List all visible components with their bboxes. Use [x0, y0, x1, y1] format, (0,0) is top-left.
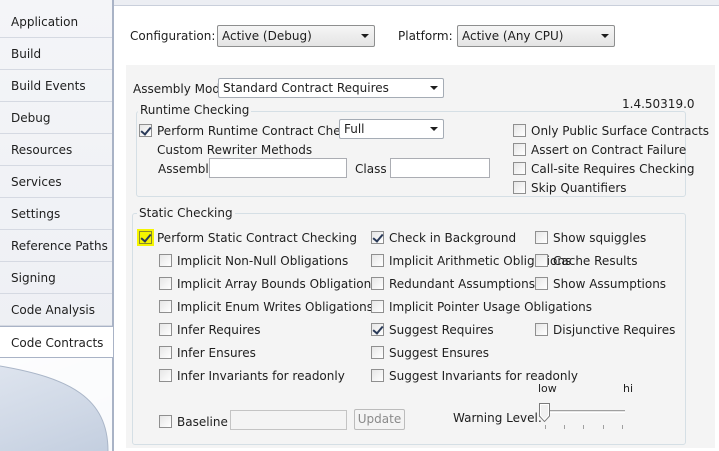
warning-level-label: Warning Level:	[453, 411, 542, 425]
runtime-check-level-dropdown[interactable]: Full	[339, 119, 444, 139]
rewriter-class-input[interactable]	[390, 158, 490, 178]
chevron-down-icon	[430, 127, 438, 131]
infer-requires-label: Infer Requires	[177, 323, 261, 337]
disjunctive-requires-checkbox[interactable]	[535, 323, 548, 336]
infer-invariants-checkbox[interactable]	[159, 369, 172, 382]
top-strip	[114, 0, 719, 6]
warning-level-slider-thumb[interactable]	[539, 403, 550, 422]
check-in-background-label: Check in Background	[389, 231, 517, 245]
slider-tick	[545, 425, 546, 429]
configuration-dropdown[interactable]: Active (Debug)	[217, 25, 375, 47]
slider-tick	[564, 425, 565, 429]
only-public-surface-label: Only Public Surface Contracts	[531, 124, 710, 138]
implicit-arithmetic-checkbox[interactable]	[371, 254, 384, 267]
suggest-ensures-label: Suggest Ensures	[389, 346, 489, 360]
infer-requires-checkbox[interactable]	[159, 323, 172, 336]
check-in-background-checkbox[interactable]	[371, 231, 384, 244]
suggest-invariants-checkbox[interactable]	[371, 369, 384, 382]
implicit-enum-writes-checkbox[interactable]	[159, 300, 172, 313]
assembly-mode-label: Assembly Mode:	[133, 82, 232, 96]
custom-rewriter-label: Custom Rewriter Methods	[157, 143, 313, 157]
rewriter-assembly-label: Assembly	[158, 162, 216, 176]
nav-tab-services[interactable]: Services	[0, 166, 112, 198]
implicit-array-bounds-checkbox[interactable]	[159, 277, 172, 290]
chevron-down-icon	[601, 34, 609, 38]
assert-on-failure-label: Assert on Contract Failure	[531, 143, 687, 157]
show-assumptions-checkbox[interactable]	[535, 277, 548, 290]
runtime-checking-title: Runtime Checking	[138, 103, 252, 117]
slider-tick	[583, 425, 584, 429]
slider-tick	[622, 425, 623, 429]
configuration-value: Active (Debug)	[222, 29, 312, 43]
warning-level-slider-track[interactable]	[541, 410, 625, 413]
show-assumptions-label: Show Assumptions	[553, 277, 667, 291]
chevron-down-icon	[361, 34, 369, 38]
nav-decorative-curve	[0, 358, 112, 451]
implicit-pointer-usage-checkbox[interactable]	[371, 300, 384, 313]
skip-quantifiers-checkbox[interactable]	[513, 181, 526, 194]
assert-on-failure-checkbox[interactable]	[513, 143, 526, 156]
implicit-pointer-usage-label: Implicit Pointer Usage Obligations	[389, 300, 593, 314]
configuration-label: Configuration:	[130, 29, 216, 43]
skip-quantifiers-label: Skip Quantifiers	[531, 181, 627, 195]
nav-tab-build[interactable]: Build	[0, 38, 112, 70]
suggest-requires-checkbox[interactable]	[371, 323, 384, 336]
suggest-invariants-label: Suggest Invariants for readonly	[389, 369, 578, 383]
assembly-mode-value: Standard Contract Requires	[223, 81, 389, 95]
platform-dropdown[interactable]: Active (Any CPU)	[457, 25, 615, 47]
implicit-non-null-label: Implicit Non-Null Obligations	[177, 254, 349, 268]
redundant-assumptions-checkbox[interactable]	[371, 277, 384, 290]
cache-results-checkbox[interactable]	[535, 254, 548, 267]
call-site-requires-label: Call-site Requires Checking	[531, 162, 695, 176]
infer-ensures-checkbox[interactable]	[159, 346, 172, 359]
perform-runtime-checking-checkbox[interactable]	[139, 124, 152, 137]
redundant-assumptions-label: Redundant Assumptions	[389, 277, 535, 291]
suggest-requires-label: Suggest Requires	[389, 323, 494, 337]
nav-tab-resources[interactable]: Resources	[0, 134, 112, 166]
nav-tab-debug[interactable]: Debug	[0, 102, 112, 134]
disjunctive-requires-label: Disjunctive Requires	[553, 323, 676, 337]
platform-label: Platform:	[398, 29, 453, 43]
runtime-check-level-value: Full	[344, 122, 365, 136]
cache-results-label: Cache Results	[553, 254, 638, 268]
chevron-down-icon	[430, 86, 438, 90]
nav-tab-reference-paths[interactable]: Reference Paths	[0, 230, 112, 262]
rewriter-assembly-input[interactable]	[209, 158, 347, 178]
project-properties-nav: Application Build Build Events Debug Res…	[0, 0, 114, 451]
assembly-mode-dropdown[interactable]: Standard Contract Requires	[218, 78, 444, 98]
platform-value: Active (Any CPU)	[462, 29, 564, 43]
infer-ensures-label: Infer Ensures	[177, 346, 256, 360]
update-button[interactable]: Update	[354, 409, 405, 430]
implicit-enum-writes-label: Implicit Enum Writes Obligations	[177, 300, 373, 314]
nav-tab-code-analysis[interactable]: Code Analysis	[0, 294, 112, 326]
nav-tab-signing[interactable]: Signing	[0, 262, 112, 294]
show-squiggles-checkbox[interactable]	[535, 231, 548, 244]
nav-tab-build-events[interactable]: Build Events	[0, 70, 112, 102]
contracts-version: 1.4.50319.0	[622, 97, 695, 111]
rewriter-class-label: Class	[355, 162, 387, 176]
infer-invariants-label: Infer Invariants for readonly	[177, 369, 345, 383]
nav-tab-code-contracts[interactable]: Code Contracts	[0, 326, 114, 358]
perform-static-checking-checkbox[interactable]	[139, 231, 152, 244]
implicit-array-bounds-label: Implicit Array Bounds Obligations	[177, 277, 378, 291]
nav-tab-settings[interactable]: Settings	[0, 198, 112, 230]
static-checking-title: Static Checking	[137, 206, 235, 220]
perform-static-checking-label: Perform Static Contract Checking	[157, 231, 357, 245]
slider-tick	[603, 425, 604, 429]
implicit-non-null-checkbox[interactable]	[159, 254, 172, 267]
show-squiggles-label: Show squiggles	[553, 231, 647, 245]
baseline-label: Baseline	[177, 415, 228, 429]
call-site-requires-checkbox[interactable]	[513, 162, 526, 175]
slider-low-label: low	[538, 382, 557, 395]
suggest-ensures-checkbox[interactable]	[371, 346, 384, 359]
only-public-surface-checkbox[interactable]	[513, 124, 526, 137]
baseline-checkbox[interactable]	[159, 415, 172, 428]
baseline-file-input[interactable]	[230, 410, 347, 430]
slider-hi-label: hi	[623, 382, 634, 395]
nav-tab-application[interactable]: Application	[0, 6, 112, 38]
